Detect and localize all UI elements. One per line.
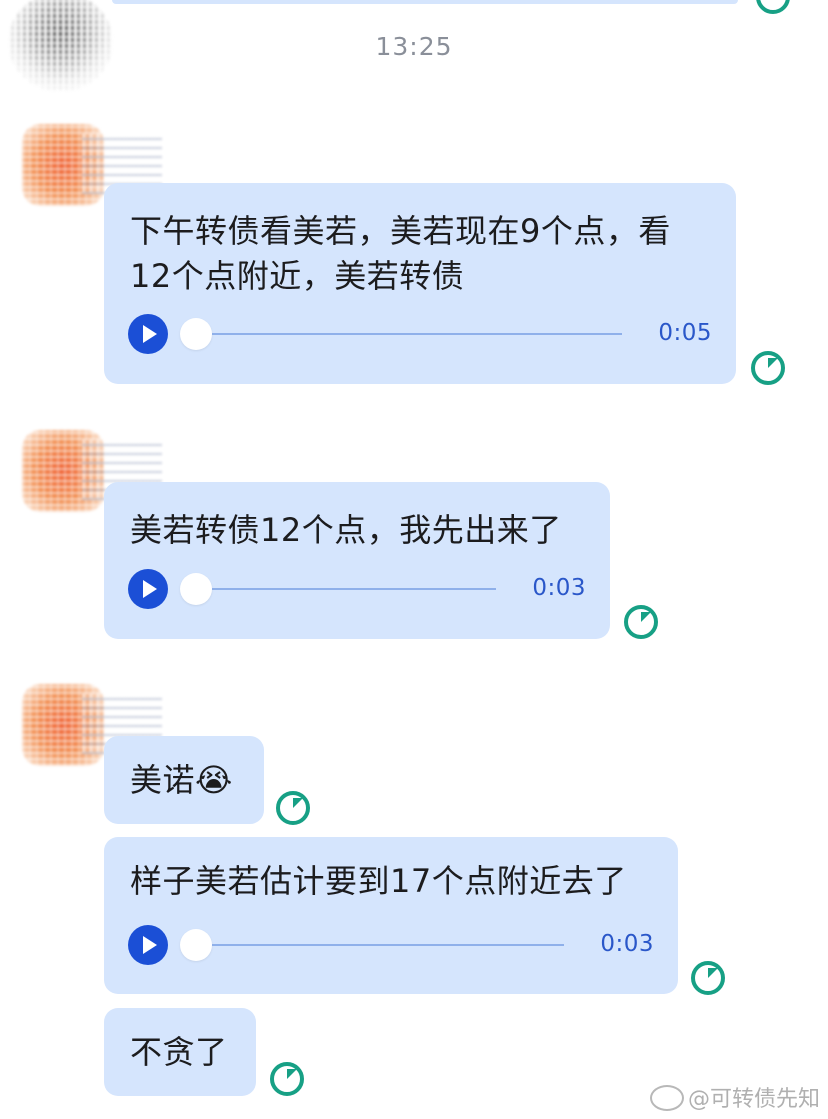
message-bubble[interactable]: 样子美若估计要到17个点附近去了 0:03 (104, 837, 678, 994)
sending-status-icon (691, 961, 725, 995)
message-text: 美若转债12个点，我先出来了 (130, 511, 562, 549)
message-text: 不贪了 (130, 1033, 228, 1071)
sending-status-icon (751, 351, 785, 385)
voice-player[interactable]: 0:03 (128, 569, 586, 609)
message-text: 样子美若估计要到17个点附近去了 (130, 862, 627, 900)
voice-progress-knob[interactable] (180, 929, 212, 961)
sending-status-icon (624, 605, 658, 639)
voice-duration: 0:03 (532, 575, 586, 601)
voice-player[interactable]: 0:03 (128, 925, 654, 965)
voice-progress-track[interactable] (212, 944, 564, 946)
play-icon[interactable] (128, 569, 168, 609)
voice-progress-knob[interactable] (180, 318, 212, 350)
message-timestamp: 13:25 (375, 32, 453, 61)
sending-status-icon (756, 0, 790, 14)
message-text: 下午转债看美若，美若现在9个点，看12个点附近，美若转债 (130, 212, 671, 295)
play-icon[interactable] (128, 925, 168, 965)
sending-status-icon (270, 1062, 304, 1096)
message-bubble[interactable]: 不贪了 (104, 1008, 256, 1096)
watermark: @可转债先知 (649, 1081, 820, 1113)
weibo-icon (649, 1085, 684, 1111)
sending-status-icon (276, 791, 310, 825)
message-bubble[interactable]: 美诺😭 (104, 736, 264, 824)
watermark-text: @可转债先知 (687, 1087, 820, 1112)
voice-duration: 0:05 (658, 320, 712, 346)
play-icon[interactable] (128, 314, 168, 354)
message-text: 美诺😭 (130, 761, 233, 799)
message-bubble[interactable]: 下午转债看美若，美若现在9个点，看12个点附近，美若转债 0:05 (104, 183, 736, 384)
voice-duration: 0:03 (600, 931, 654, 957)
previous-message-bubble-edge (112, 0, 738, 4)
voice-progress-knob[interactable] (180, 573, 212, 605)
message-bubble[interactable]: 美若转债12个点，我先出来了 0:03 (104, 482, 610, 639)
voice-progress-track[interactable] (212, 588, 496, 590)
voice-player[interactable]: 0:05 (128, 314, 712, 354)
voice-progress-track[interactable] (212, 333, 622, 335)
